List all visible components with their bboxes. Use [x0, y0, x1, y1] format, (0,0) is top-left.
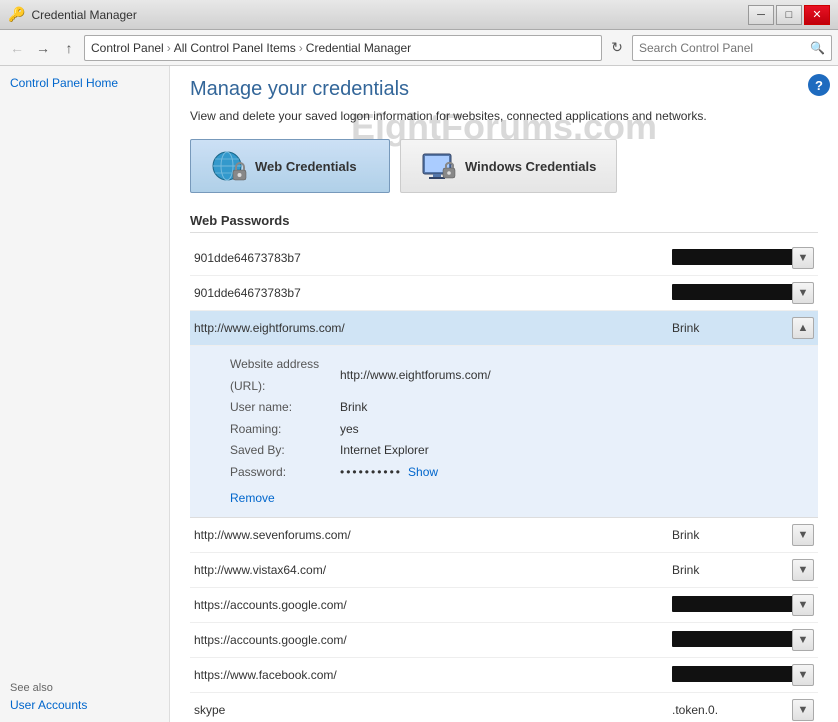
cred-user	[672, 596, 792, 615]
roaming-value: yes	[340, 419, 359, 441]
forward-button[interactable]: →	[32, 37, 54, 59]
expanded-detail: Website address (URL): http://www.eightf…	[190, 346, 818, 518]
cred-user: Brink	[672, 321, 792, 335]
cred-name: https://www.facebook.com/	[194, 668, 672, 682]
expand-button[interactable]: ▼	[792, 664, 814, 686]
redacted-value	[672, 284, 812, 300]
content-area: EightForums.com ? Manage your credential…	[170, 66, 838, 722]
cred-user: Brink	[672, 563, 792, 577]
table-row[interactable]: https://www.facebook.com/ ▼	[190, 658, 818, 693]
address-path: web Control Panel › All Control Panel It…	[84, 35, 602, 61]
table-row[interactable]: http://www.eightforums.com/ Brink ▲	[190, 311, 818, 346]
cred-name: 901dde64673783b7	[194, 286, 672, 300]
cred-user: Brink	[672, 528, 792, 542]
breadcrumb-credential-manager[interactable]: Credential Manager	[306, 41, 411, 55]
savedby-value: Internet Explorer	[340, 440, 429, 462]
back-button[interactable]: ←	[6, 37, 28, 59]
table-row[interactable]: 901dde64673783b7 ▼	[190, 276, 818, 311]
minimize-button[interactable]: ─	[748, 5, 774, 25]
expand-button[interactable]: ▼	[792, 524, 814, 546]
windows-credentials-icon	[421, 150, 457, 182]
maximize-button[interactable]: □	[776, 5, 802, 25]
web-credentials-button[interactable]: Web Credentials	[190, 139, 390, 193]
page-description: View and delete your saved logon informa…	[190, 109, 818, 123]
user-accounts-link[interactable]: User Accounts	[10, 698, 87, 712]
table-row[interactable]: 901dde64673783b7 ▼	[190, 241, 818, 276]
cred-user	[672, 666, 792, 685]
windows-credentials-label: Windows Credentials	[465, 159, 596, 174]
redacted-value	[672, 631, 812, 647]
table-row[interactable]: http://www.sevenforums.com/ Brink ▼	[190, 518, 818, 553]
windows-credentials-button[interactable]: Windows Credentials	[400, 139, 617, 193]
show-password-link[interactable]: Show	[408, 462, 438, 484]
window-title: Credential Manager	[31, 8, 136, 22]
expand-button[interactable]: ▼	[792, 282, 814, 304]
cred-name: skype	[194, 703, 672, 717]
address-bar: ← → ↑ web Control Panel › All Control Pa…	[0, 30, 838, 66]
cred-user: .token.0.	[672, 703, 792, 717]
cred-name: https://accounts.google.com/	[194, 598, 672, 612]
expand-button[interactable]: ▲	[792, 317, 814, 339]
password-dots: ••••••••••	[340, 462, 402, 484]
window-controls: ─ □ ✕	[748, 5, 830, 25]
redacted-value	[672, 249, 812, 265]
url-value: http://www.eightforums.com/	[340, 365, 491, 387]
table-row[interactable]: skype .token.0. ▼	[190, 693, 818, 722]
expand-button[interactable]: ▼	[792, 247, 814, 269]
table-row[interactable]: https://accounts.google.com/ ▼	[190, 588, 818, 623]
redacted-value	[672, 666, 812, 682]
search-input[interactable]	[639, 41, 810, 55]
expand-button[interactable]: ▼	[792, 699, 814, 721]
refresh-button[interactable]: ↻	[606, 37, 628, 59]
password-label: Password:	[230, 462, 340, 484]
cred-user	[672, 249, 792, 268]
cred-user	[672, 631, 792, 650]
table-row[interactable]: https://accounts.google.com/ ▼	[190, 623, 818, 658]
breadcrumb-controlpanel[interactable]: Control Panel	[91, 41, 164, 55]
username-label: User name:	[230, 397, 340, 419]
expand-button[interactable]: ▼	[792, 629, 814, 651]
close-button[interactable]: ✕	[804, 5, 830, 25]
web-credentials-icon	[211, 150, 247, 182]
username-value: Brink	[340, 397, 367, 419]
table-row[interactable]: http://www.vistax64.com/ Brink ▼	[190, 553, 818, 588]
web-credentials-label: Web Credentials	[255, 159, 357, 174]
app-icon: 🔑	[8, 6, 25, 23]
url-label: Website address (URL):	[230, 354, 340, 397]
expand-button[interactable]: ▼	[792, 559, 814, 581]
page-title: Manage your credentials	[190, 78, 818, 101]
cred-name: https://accounts.google.com/	[194, 633, 672, 647]
breadcrumb-all-items[interactable]: All Control Panel Items	[174, 41, 296, 55]
cred-name: http://www.vistax64.com/	[194, 563, 672, 577]
main-container: Control Panel Home See also User Account…	[0, 66, 838, 722]
cred-name: http://www.eightforums.com/	[194, 321, 672, 335]
savedby-label: Saved By:	[230, 440, 340, 462]
title-bar: 🔑 Credential Manager ─ □ ✕	[0, 0, 838, 30]
search-box: 🔍	[632, 35, 832, 61]
cred-name: http://www.sevenforums.com/	[194, 528, 672, 542]
remove-link[interactable]: Remove	[230, 488, 275, 510]
see-also-label: See also	[10, 682, 159, 694]
expand-button[interactable]: ▼	[792, 594, 814, 616]
roaming-label: Roaming:	[230, 419, 340, 441]
cred-user	[672, 284, 792, 303]
sidebar: Control Panel Home See also User Account…	[0, 66, 170, 722]
credential-type-row: ➜ Web Cr	[190, 139, 818, 193]
section-header: Web Passwords	[190, 213, 818, 233]
control-panel-home-link[interactable]: Control Panel Home	[10, 76, 159, 90]
cred-name: 901dde64673783b7	[194, 251, 672, 265]
search-icon: 🔍	[810, 41, 825, 55]
redacted-value	[672, 596, 812, 612]
up-button[interactable]: ↑	[58, 37, 80, 59]
credentials-list: 901dde64673783b7 ▼ 901dde64673783b7 ▼ ht…	[190, 241, 818, 722]
